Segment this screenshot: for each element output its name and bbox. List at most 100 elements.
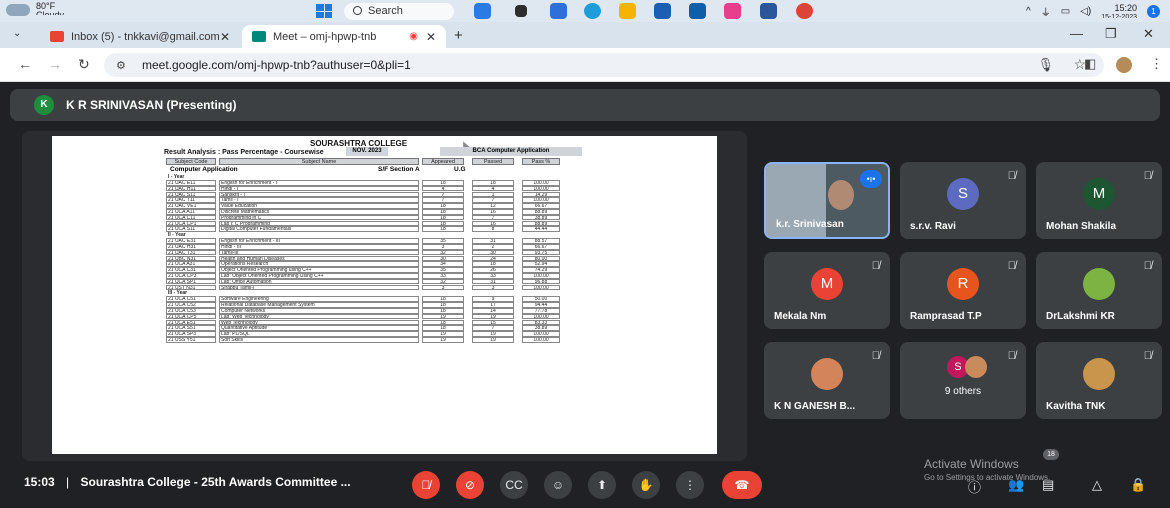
table-cell: Lab I: C Programming bbox=[219, 220, 419, 227]
minimize-icon[interactable]: — bbox=[1070, 26, 1083, 41]
back-icon[interactable]: ← bbox=[18, 56, 32, 72]
table-cell: Web Technology bbox=[219, 319, 419, 326]
table-cell: 100.00 bbox=[522, 180, 560, 186]
doc-level: U.G bbox=[454, 166, 466, 173]
mic-permission-icon[interactable]: 🎙 bbox=[1037, 57, 1054, 73]
table-cell: 21 UCA A31 bbox=[166, 261, 216, 267]
table-cell: 3 bbox=[422, 244, 464, 250]
mic-off-icon: 🎙̸ bbox=[1143, 350, 1152, 362]
table-cell: 21 UAC S11 bbox=[166, 191, 216, 198]
participant-tile[interactable]: 🎙̸ Ss.r.v. Ravi bbox=[900, 162, 1026, 239]
emoji-button[interactable]: ☺ bbox=[544, 471, 572, 499]
reload-icon[interactable]: ↻ bbox=[78, 56, 90, 73]
doc-department: BCA Computer Application bbox=[440, 147, 582, 156]
table-cell: 12 bbox=[472, 203, 514, 209]
participant-tile[interactable]: •ı• k.r. Srinivasan bbox=[764, 162, 890, 239]
profile-avatar[interactable] bbox=[1116, 57, 1132, 73]
table-cell: 21 UCA E51 bbox=[166, 319, 216, 326]
usb-icon[interactable]: ⏚ bbox=[1041, 4, 1051, 19]
meeting-name: Sourashtra College - 25th Awards Committ… bbox=[80, 475, 351, 489]
table-cell: Lab: Object Oriented Programming Using C… bbox=[219, 273, 419, 279]
table-cell: 18 bbox=[422, 220, 464, 227]
participant-tile[interactable]: 🎙̸ DrLakshmi KR bbox=[1036, 252, 1162, 329]
camera-off-button[interactable]: ⊘ bbox=[456, 471, 484, 499]
sidepanel-icon[interactable]: ◧ bbox=[1084, 56, 1096, 72]
presenter-bar: K K R SRINIVASAN (Presenting) bbox=[10, 89, 1160, 121]
taskbar-app-icon[interactable] bbox=[550, 3, 567, 19]
end-call-button[interactable]: ☎ bbox=[722, 471, 762, 499]
table-cell: 50.00 bbox=[522, 296, 560, 302]
table-cell: 3 bbox=[422, 284, 464, 291]
tab-gmail[interactable]: Inbox (5) - tnkkavi@gmail.com ✕ bbox=[40, 25, 240, 48]
table-cell: Computer Networks bbox=[219, 308, 419, 314]
mic-off-icon: 🎙̸ bbox=[1007, 260, 1016, 272]
photos-icon[interactable] bbox=[724, 3, 741, 19]
participant-photo bbox=[1083, 268, 1115, 300]
file-explorer-icon[interactable] bbox=[619, 3, 636, 19]
windows-start-icon[interactable] bbox=[316, 4, 332, 18]
table-cell: 34 bbox=[422, 261, 464, 267]
chrome-icon[interactable] bbox=[796, 3, 813, 19]
mic-off-icon: 🎙̸ bbox=[1143, 170, 1152, 182]
raise-hand-button[interactable]: ✋ bbox=[632, 471, 660, 499]
table-cell: 2 bbox=[472, 244, 514, 250]
activities-icon[interactable]: △ bbox=[1092, 477, 1102, 493]
display-icon[interactable]: ▭ bbox=[1061, 6, 1070, 17]
participant-tile[interactable]: 🎙̸ S 9 others bbox=[900, 342, 1026, 419]
taskbar-search[interactable]: Search bbox=[344, 3, 454, 20]
mic-off-icon: 🎙̸ bbox=[871, 260, 880, 272]
volume-icon[interactable]: ◁) bbox=[1080, 6, 1091, 17]
table-cell: 88.89 bbox=[522, 209, 560, 215]
screen-share[interactable]: SOURASHTRA COLLEGE Result Analysis : Pas… bbox=[22, 131, 747, 461]
taskbar-app-icon[interactable] bbox=[474, 3, 491, 19]
store-icon[interactable] bbox=[654, 3, 671, 19]
new-tab-button[interactable]: + bbox=[454, 27, 463, 44]
tab-meet[interactable]: Meet – omj-hpwp-tnb ◉ ✕ bbox=[242, 25, 446, 48]
tab-search-icon[interactable]: ⌄ bbox=[13, 28, 21, 39]
close-window-icon[interactable]: ✕ bbox=[1143, 26, 1154, 42]
site-info-icon[interactable]: ⚙ bbox=[116, 59, 126, 72]
table-cell: 31 bbox=[472, 278, 514, 285]
participant-tile[interactable]: 🎙̸ R Ramprasad T.P bbox=[900, 252, 1026, 329]
table-cell: 96.88 bbox=[522, 278, 560, 285]
table-cell: English for Enrichment - I bbox=[219, 180, 419, 186]
url-text[interactable]: meet.google.com/omj-hpwp-tnb?authuser=0&… bbox=[142, 58, 411, 72]
col-header: Pass % bbox=[522, 158, 560, 165]
participant-tile[interactable]: 🎙̸ K N GANESH B... bbox=[764, 342, 890, 419]
notification-badge[interactable]: 1 bbox=[1147, 4, 1160, 18]
captions-button[interactable]: CC bbox=[500, 471, 528, 499]
system-tray: ^ ⏚ ▭ ◁) 15:20 15-12-2023 1 bbox=[1026, 0, 1160, 22]
meeting-info: 15:03 | Sourashtra College - 25th Awards… bbox=[24, 475, 351, 489]
participant-tile[interactable]: 🎙̸ M Mekala Nm bbox=[764, 252, 890, 329]
table-cell: Software Engineering bbox=[219, 296, 419, 302]
mic-off-button[interactable]: 🎙̸ bbox=[412, 471, 440, 499]
present-button[interactable]: ⬆ bbox=[588, 471, 616, 499]
menu-kebab-icon[interactable]: ⋮ bbox=[1150, 56, 1163, 72]
table-row: 21 UAC VE1 Value Education 18 12 66.67 bbox=[166, 203, 586, 209]
mail-icon[interactable] bbox=[689, 3, 706, 19]
table-row: 21 UST N31 Sirappu Tamil-I 3 3 100.00 bbox=[166, 284, 586, 291]
table-row: 21 UCA C53 Computer Networks 18 14 77.78 bbox=[166, 308, 586, 314]
table-cell: 18 bbox=[472, 261, 514, 267]
table-cell: 18 bbox=[422, 325, 464, 331]
table-cell: Discrete Mathematics bbox=[219, 209, 419, 215]
clock[interactable]: 15:20 15-12-2023 bbox=[1101, 4, 1137, 19]
chevron-up-icon[interactable]: ^ bbox=[1026, 6, 1031, 17]
weather-widget[interactable]: 80°F Cloudy bbox=[6, 2, 64, 16]
participant-tile[interactable]: 🎙̸ M Mohan Shakila bbox=[1036, 162, 1162, 239]
more-options-button[interactable]: ⋮ bbox=[676, 471, 704, 499]
participant-tile[interactable]: 🎙̸ Kavitha TNK bbox=[1036, 342, 1162, 419]
watermark-line2: Go to Settings to activate Windows. bbox=[924, 473, 1051, 482]
close-tab-icon[interactable]: ✕ bbox=[426, 30, 436, 44]
forward-icon[interactable]: → bbox=[48, 56, 62, 72]
restore-icon[interactable]: ❐ bbox=[1105, 26, 1117, 42]
browser-tab-strip: ⌄ Inbox (5) - tnkkavi@gmail.com ✕ Meet –… bbox=[0, 22, 1170, 48]
edge-icon[interactable] bbox=[584, 3, 601, 19]
omnibox[interactable]: ⚙ meet.google.com/omj-hpwp-tnb?authuser=… bbox=[104, 53, 1104, 77]
table-cell: 1 bbox=[472, 191, 514, 198]
table-row: 21 UCA SP3 Lab: PL/SQL 19 19 100.00 bbox=[166, 331, 586, 337]
host-controls-icon[interactable]: 🔒 bbox=[1130, 477, 1146, 493]
taskbar-app-icon[interactable] bbox=[515, 5, 527, 17]
close-tab-icon[interactable]: ✕ bbox=[220, 30, 230, 44]
word-icon[interactable] bbox=[760, 3, 777, 19]
